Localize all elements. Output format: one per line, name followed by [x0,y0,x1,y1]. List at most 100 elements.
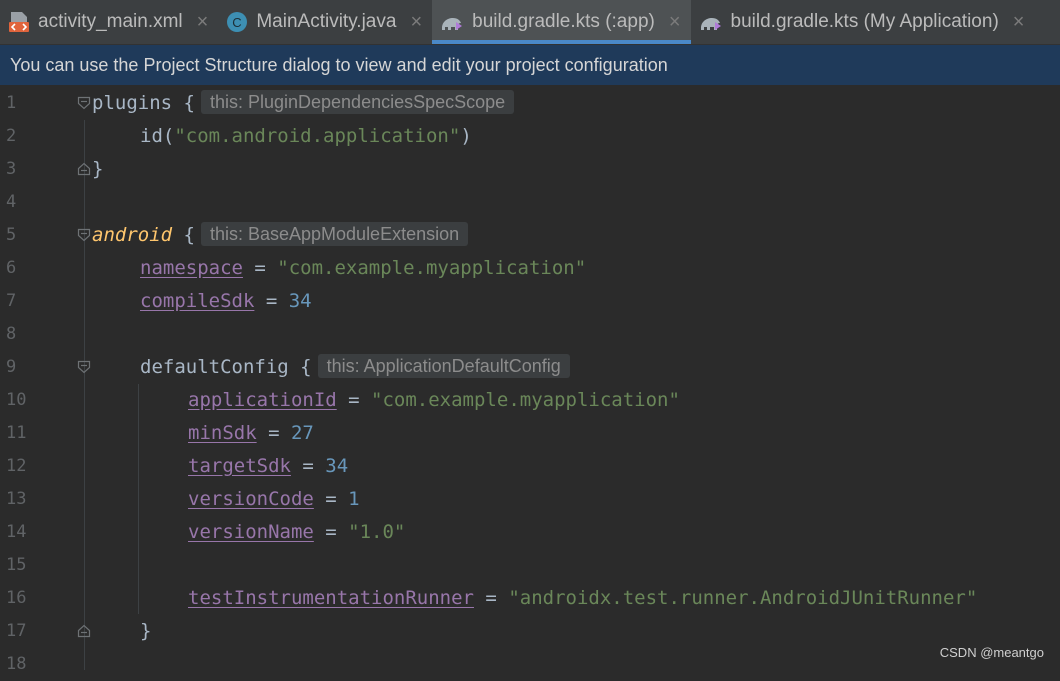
line-number: 17 [6,621,27,641]
code-line: 8 [0,318,1060,351]
brace: { [172,224,195,246]
code-text: applicationId = "com.example.myapplicati… [188,384,680,417]
operator: = [254,290,289,312]
string-literal: "1.0" [348,521,406,543]
gradle-icon [699,12,723,32]
xml-layout-icon [8,10,30,34]
tab-build-gradle-project[interactable]: build.gradle.kts (My Application) × [691,0,1035,44]
code-line: 2 id("com.android.application") [0,120,1060,153]
property-name: testInstrumentationRunner [188,587,474,609]
property-name: versionCode [188,488,314,510]
line-number: 3 [6,159,17,179]
line-number: 2 [6,126,17,146]
close-icon[interactable]: × [1013,11,1025,34]
code-text: versionName = "1.0" [188,516,405,549]
string-literal: "com.android.application" [174,125,461,147]
close-icon[interactable]: × [410,11,422,34]
number-literal: 34 [288,290,312,312]
code-text: minSdk = 27 [188,417,314,450]
property-name: targetSdk [188,455,291,477]
code-text: compileSdk = 34 [140,285,312,318]
code-line: 18 [0,648,1060,681]
code-text: namespace = "com.example.myapplication" [140,252,586,285]
fold-close-icon[interactable] [77,162,91,181]
line-number: 1 [6,93,17,113]
function-call: id( [140,125,175,147]
default-config-name: defaultConfig [140,356,289,378]
property-name: applicationId [188,389,337,411]
code-line: 3 } [0,153,1060,186]
project-structure-banner: You can use the Project Structure dialog… [0,45,1060,85]
editor-tab-bar: activity_main.xml × C MainActivity.java … [0,0,1060,45]
line-number: 9 [6,357,17,377]
code-text: plugins {this: PluginDependenciesSpecSco… [92,87,515,120]
fold-close-icon[interactable] [77,624,91,643]
code-line: 6 namespace = "com.example.myapplication… [0,252,1060,285]
line-number: 13 [6,489,27,509]
code-text: id("com.android.application") [140,120,472,153]
java-class-icon: C [226,11,248,33]
line-number: 16 [6,588,27,608]
line-number: 14 [6,522,27,542]
brace: { [288,356,312,378]
code-text: testInstrumentationRunner = "androidx.te… [188,582,977,615]
line-number: 8 [6,324,17,344]
close-icon[interactable]: × [197,11,209,34]
code-line: 4 [0,186,1060,219]
line-number: 11 [6,423,27,443]
line-number: 10 [6,390,27,410]
gradle-icon [440,12,464,32]
tab-build-gradle-app[interactable]: build.gradle.kts (:app) × [432,0,691,44]
code-line: 17 } [0,615,1060,648]
watermark: CSDN @meantgo [939,645,1044,660]
line-number: 4 [6,192,17,212]
string-literal: "androidx.test.runner.AndroidJUnitRunner… [508,587,978,609]
code-line: 15 [0,549,1060,582]
string-literal: "com.example.myapplication" [277,257,587,279]
tab-label: MainActivity.java [256,11,397,32]
property-name: versionName [188,521,314,543]
code-line: 10 applicationId = "com.example.myapplic… [0,384,1060,417]
operator: = [473,587,509,609]
operator: = [256,422,291,444]
code-editor[interactable]: 1 plugins {this: PluginDependenciesSpecS… [0,87,1060,674]
code-line: 7 compileSdk = 34 [0,285,1060,318]
inlay-type-hint: this: BaseAppModuleExtension [200,222,469,246]
android-block-name: android [92,224,173,246]
inlay-type-hint: this: ApplicationDefaultConfig [317,354,570,378]
property-name: minSdk [188,422,257,444]
property-name: namespace [140,257,243,279]
brace: } [140,620,152,642]
code-text: } [92,153,103,186]
line-number: 15 [6,555,27,575]
operator: = [336,389,372,411]
code-text: } [140,615,151,648]
number-literal: 27 [290,422,314,444]
operator: = [313,488,349,510]
paren: ) [460,125,472,147]
fold-open-icon[interactable] [77,96,91,115]
operator: = [313,521,349,543]
code-line: 9 defaultConfig {this: ApplicationDefaul… [0,351,1060,384]
tab-mainactivity-java[interactable]: C MainActivity.java × [218,0,432,44]
number-literal: 34 [325,455,349,477]
code-text: targetSdk = 34 [188,450,348,483]
plugins-keyword: plugins [92,92,173,114]
code-line: 13 versionCode = 1 [0,483,1060,516]
fold-open-icon[interactable] [77,228,91,247]
code-line: 1 plugins {this: PluginDependenciesSpecS… [0,87,1060,120]
tab-label: build.gradle.kts (My Application) [730,11,999,32]
brace: { [172,92,195,114]
fold-open-icon[interactable] [77,360,91,379]
property-name: compileSdk [140,290,255,312]
code-line: 12 targetSdk = 34 [0,450,1060,483]
code-line: 11 minSdk = 27 [0,417,1060,450]
close-icon[interactable]: × [669,11,681,34]
line-number: 6 [6,258,17,278]
string-literal: "com.example.myapplication" [371,389,680,411]
code-line: 5 android {this: BaseAppModuleExtension [0,219,1060,252]
banner-text: You can use the Project Structure dialog… [10,54,668,75]
brace: } [92,158,104,180]
tab-activity-main-xml[interactable]: activity_main.xml × [0,0,218,44]
line-number: 7 [6,291,17,311]
